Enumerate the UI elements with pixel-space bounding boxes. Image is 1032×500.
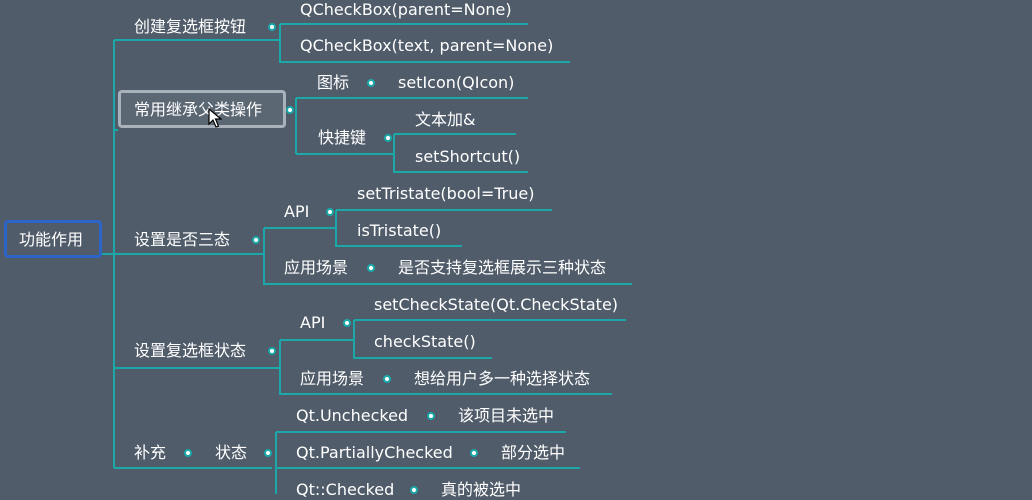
inherit-shortcut-knob[interactable] [384, 134, 392, 142]
checkstate-scene-label[interactable]: 应用场景 [300, 369, 364, 389]
checkstate-scene-value[interactable]: 想给用户多一种选择状态 [414, 369, 590, 389]
inherit-icon-value[interactable]: setIcon(QIcon) [398, 73, 514, 93]
create-item-1[interactable]: QCheckBox(parent=None) [300, 0, 512, 20]
state-item-3-key[interactable]: Qt::Checked [296, 480, 394, 500]
tristate-api-item-2[interactable]: isTristate() [357, 221, 441, 241]
state-item-3-knob[interactable] [410, 486, 418, 494]
branch-tristate-label[interactable]: 设置是否三态 [134, 230, 230, 250]
branch-checkstate-knob[interactable] [268, 347, 276, 355]
state-item-2-desc[interactable]: 部分选中 [501, 443, 565, 463]
inherit-icon-label[interactable]: 图标 [317, 73, 349, 93]
state-item-1-knob[interactable] [427, 412, 435, 420]
branch-checkstate-label[interactable]: 设置复选框状态 [134, 341, 246, 361]
supplement-state-label[interactable]: 状态 [215, 443, 247, 463]
branch-inherit-label[interactable]: 常用继承父类操作 [134, 100, 262, 120]
branch-tristate-knob[interactable] [252, 236, 260, 244]
tristate-scene-label[interactable]: 应用场景 [284, 258, 348, 278]
mouse-cursor-icon [208, 108, 222, 128]
supplement-state-knob[interactable] [264, 449, 272, 457]
state-item-2-knob[interactable] [470, 449, 478, 457]
state-item-1-key[interactable]: Qt.Unchecked [296, 406, 408, 426]
branch-supplement-knob[interactable] [184, 449, 192, 457]
state-item-2-key[interactable]: Qt.PartiallyChecked [296, 443, 453, 463]
tristate-scene-knob[interactable] [367, 264, 375, 272]
branch-supplement-label[interactable]: 补充 [134, 443, 166, 463]
inherit-icon-knob[interactable] [367, 79, 375, 87]
checkstate-api-label[interactable]: API [300, 313, 325, 333]
checkstate-api-item-2[interactable]: checkState() [374, 332, 476, 352]
checkstate-scene-knob[interactable] [383, 375, 391, 383]
checkstate-api-knob[interactable] [343, 319, 351, 327]
inherit-shortcut-label[interactable]: 快捷键 [318, 128, 366, 148]
shortcut-item-1[interactable]: 文本加& [415, 110, 475, 130]
state-item-1-desc[interactable]: 该项目未选中 [458, 406, 554, 426]
branch-inherit-knob[interactable] [286, 106, 294, 114]
checkstate-api-item-1[interactable]: setCheckState(Qt.CheckState) [374, 295, 618, 315]
tristate-api-label[interactable]: API [284, 202, 309, 222]
root-label: 功能作用 [19, 230, 84, 249]
tristate-scene-value[interactable]: 是否支持复选框展示三种状态 [398, 258, 606, 278]
branch-create-knob[interactable] [268, 23, 276, 31]
tristate-api-knob[interactable] [326, 208, 334, 216]
branch-create-label[interactable]: 创建复选框按钮 [134, 17, 246, 37]
state-item-3-desc[interactable]: 真的被选中 [441, 480, 521, 500]
tristate-api-item-1[interactable]: setTristate(bool=True) [357, 184, 534, 204]
shortcut-item-2[interactable]: setShortcut() [415, 147, 520, 167]
create-item-2[interactable]: QCheckBox(text, parent=None) [300, 36, 553, 56]
